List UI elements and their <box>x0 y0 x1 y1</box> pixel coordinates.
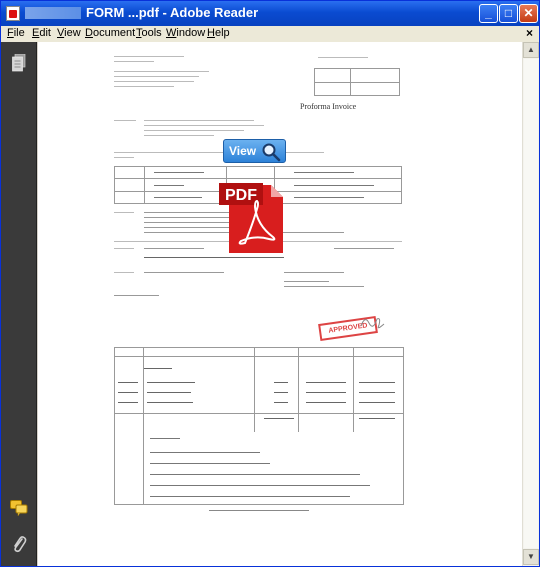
invoice-page: Proforma Invoice APPROVED <box>114 52 414 530</box>
menu-document[interactable]: Document <box>85 27 135 39</box>
pdf-app-icon <box>6 6 20 21</box>
redacted-filename <box>25 7 81 19</box>
pdf-file-icon[interactable]: PDF <box>217 179 287 255</box>
scroll-down-button[interactable]: ▼ <box>523 549 539 565</box>
scroll-up-button[interactable]: ▲ <box>523 42 539 58</box>
menu-view[interactable]: View <box>57 27 81 39</box>
minimize-button[interactable]: _ <box>479 4 498 23</box>
scroll-thumb[interactable] <box>524 59 538 548</box>
magnifier-icon <box>262 143 281 162</box>
title-bar[interactable]: FORM ...pdf - Adobe Reader _ □ ✕ <box>1 1 539 26</box>
menu-help[interactable]: Help <box>207 27 230 39</box>
menu-file[interactable]: File <box>7 27 25 39</box>
vertical-scrollbar[interactable]: ▲ ▼ <box>522 42 539 566</box>
window-title: FORM ...pdf - Adobe Reader <box>86 5 259 20</box>
paperclip-icon[interactable] <box>11 534 27 554</box>
navigation-panel <box>1 42 37 566</box>
document-heading: Proforma Invoice <box>300 102 357 111</box>
view-button-label: View <box>229 144 257 158</box>
menu-tools[interactable]: Tools <box>136 27 162 39</box>
reader-window: FORM ...pdf - Adobe Reader _ □ ✕ File Ed… <box>0 0 540 567</box>
view-button[interactable]: View <box>223 139 286 163</box>
pdf-label: PDF <box>225 187 257 204</box>
menu-bar: File Edit View Document Tools Window Hel… <box>1 26 539 42</box>
close-button[interactable]: ✕ <box>519 4 538 23</box>
menu-window[interactable]: Window <box>166 27 205 39</box>
comments-icon[interactable] <box>10 500 28 516</box>
document-viewport[interactable]: Proforma Invoice APPROVED View PDF <box>38 42 522 566</box>
pages-icon[interactable] <box>12 54 26 72</box>
maximize-button[interactable]: □ <box>499 4 518 23</box>
menu-edit[interactable]: Edit <box>32 27 51 39</box>
document-close-button[interactable]: × <box>526 26 533 40</box>
signature-mark <box>360 318 385 329</box>
